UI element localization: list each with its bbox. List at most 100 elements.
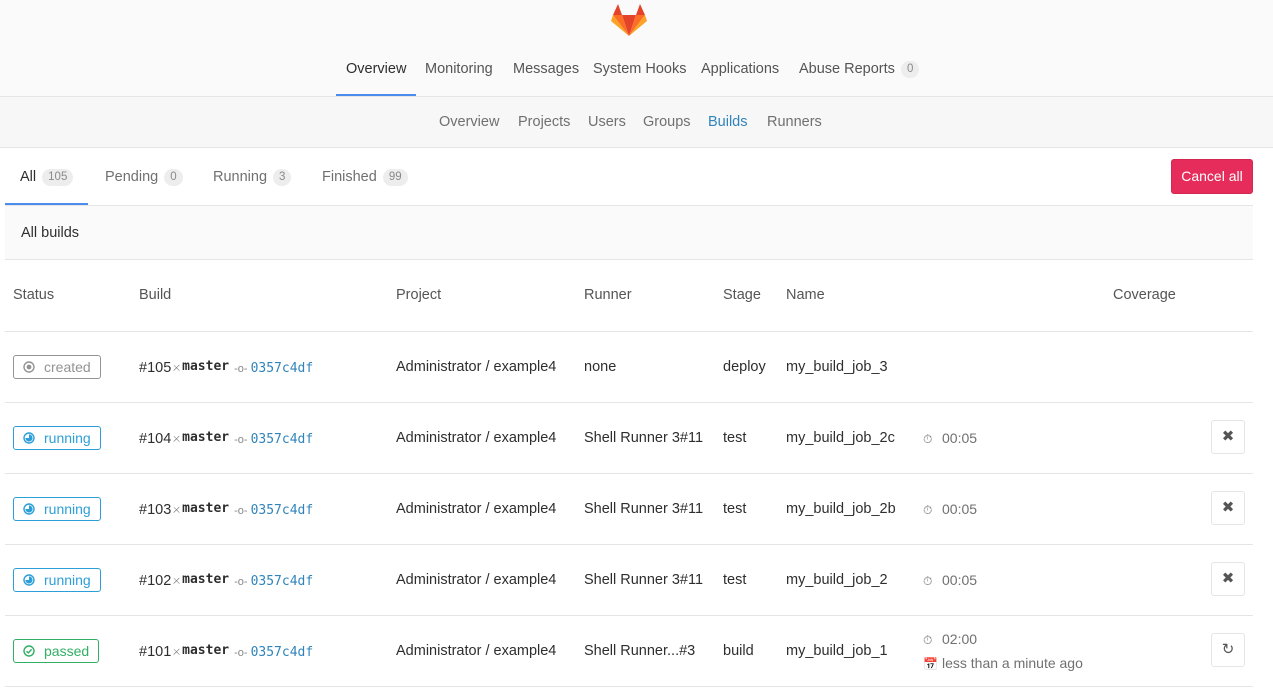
project-link[interactable]: Administrator / example4 — [396, 616, 556, 686]
project-link[interactable]: Administrator / example4 — [396, 332, 556, 402]
nav-system-hooks[interactable]: System Hooks — [593, 44, 686, 96]
subnav-overview[interactable]: Overview — [439, 97, 499, 147]
build-cell: #104 🞨 master -o- 0357c4df — [139, 403, 313, 475]
cancel-build-button[interactable]: ✖ — [1211, 420, 1245, 454]
tab-pending[interactable]: Pending 0 — [105, 148, 183, 205]
timer-icon: ⏱ — [923, 633, 933, 647]
duration-value: 00:05 — [942, 430, 978, 446]
duration-cell: ⏱ 00:05 — [923, 430, 977, 447]
build-id-link[interactable]: #103 — [139, 502, 171, 518]
status-badge[interactable]: created — [13, 355, 101, 379]
duration-value: 00:05 — [942, 501, 978, 517]
job-name-cell: my_build_job_2 — [786, 572, 888, 588]
table-row: running #103 🞨 master -o- 0357c4df Administrat… — [5, 474, 1253, 545]
finished-at-cell: 📅 less than a minute ago — [923, 655, 1083, 671]
status-label: created — [44, 359, 91, 375]
project-link[interactable]: Administrator / example4 — [396, 474, 556, 544]
admin-sub-nav: Overview Projects Users Groups Builds Ru… — [0, 97, 1273, 148]
branch-icon: 🞨 — [173, 574, 181, 588]
project-link[interactable]: Administrator / example4 — [396, 403, 556, 473]
branch-link[interactable]: master — [182, 501, 229, 516]
build-id-link[interactable]: #102 — [139, 573, 171, 589]
commit-sha-link[interactable]: 0357c4df — [251, 574, 314, 589]
branch-link[interactable]: master — [182, 572, 229, 587]
tab-running[interactable]: Running 3 — [213, 148, 292, 205]
timer-icon: ⏱ — [923, 432, 933, 446]
status-label: running — [44, 572, 91, 588]
timer-icon: ⏱ — [923, 574, 933, 588]
branch-link[interactable]: master — [182, 643, 229, 658]
build-id-link[interactable]: #105 — [139, 360, 171, 376]
branch-icon: 🞨 — [173, 361, 181, 375]
nav-monitoring[interactable]: Monitoring — [425, 44, 493, 96]
job-name-cell: my_build_job_1 — [786, 643, 888, 659]
tab-count-badge: 99 — [382, 168, 408, 186]
finished-at-value: less than a minute ago — [942, 655, 1083, 671]
timer-icon: ⏱ — [923, 503, 933, 517]
status-label: running — [44, 501, 91, 517]
subnav-users[interactable]: Users — [588, 97, 626, 147]
subnav-projects[interactable]: Projects — [518, 97, 570, 147]
retry-build-button[interactable]: ↻ — [1211, 633, 1245, 667]
runner-cell[interactable]: Shell Runner 3#11 — [584, 545, 703, 615]
commit-icon: -o- — [234, 363, 248, 375]
tab-label: Finished — [322, 169, 377, 185]
status-running-icon — [23, 574, 35, 586]
nav-label: Overview — [346, 61, 407, 77]
build-filter-tabs: All 105 Pending 0 Running 3 Finished 99 — [5, 148, 1253, 206]
build-cell: #101 🞨 master -o- 0357c4df — [139, 616, 313, 688]
commit-sha-link[interactable]: 0357c4df — [251, 432, 314, 447]
runner-cell[interactable]: Shell Runner...#3 — [584, 616, 695, 686]
nav-label: Abuse Reports — [799, 61, 895, 77]
retry-icon: ↻ — [1221, 641, 1235, 658]
nav-messages[interactable]: Messages — [513, 44, 579, 96]
column-header: Name — [786, 287, 825, 303]
column-header: Status — [13, 287, 55, 303]
runner-cell[interactable]: Shell Runner 3#11 — [584, 474, 703, 544]
gitlab-logo[interactable] — [611, 2, 647, 38]
close-icon: ✖ — [1221, 570, 1235, 587]
status-created-icon — [23, 361, 35, 373]
commit-sha-link[interactable]: 0357c4df — [251, 361, 314, 376]
subnav-groups[interactable]: Groups — [643, 97, 691, 147]
cancel-build-button[interactable]: ✖ — [1211, 491, 1245, 525]
job-name-cell: my_build_job_2b — [786, 501, 896, 517]
branch-icon: 🞨 — [173, 645, 181, 659]
status-running-icon — [23, 503, 35, 515]
subnav-builds[interactable]: Builds — [708, 97, 748, 147]
cancel-build-button[interactable]: ✖ — [1211, 562, 1245, 596]
status-badge[interactable]: running — [13, 497, 101, 521]
table-row: running #104 🞨 master -o- 0357c4df Administrat… — [5, 403, 1253, 474]
build-cell: #103 🞨 master -o- 0357c4df — [139, 474, 313, 546]
nav-overview[interactable]: Overview — [336, 44, 417, 96]
subnav-runners[interactable]: Runners — [767, 97, 822, 147]
status-badge[interactable]: running — [13, 426, 101, 450]
close-icon: ✖ — [1221, 428, 1235, 445]
build-id-link[interactable]: #101 — [139, 644, 171, 660]
runner-cell[interactable]: Shell Runner 3#11 — [584, 403, 703, 473]
cancel-all-button[interactable]: Cancel all — [1171, 159, 1253, 194]
commit-sha-link[interactable]: 0357c4df — [251, 503, 314, 518]
nav-abuse-reports[interactable]: Abuse Reports 0 — [799, 44, 920, 96]
table-row: passed #101 🞨 master -o- 0357c4df Administrato… — [5, 616, 1253, 687]
status-badge[interactable]: running — [13, 568, 101, 592]
section-title-bar: All builds — [5, 206, 1253, 260]
nav-applications[interactable]: Applications — [701, 44, 779, 96]
commit-icon: -o- — [234, 647, 248, 659]
column-header: Runner — [584, 287, 632, 303]
abuse-reports-count-badge: 0 — [900, 60, 920, 78]
tab-all[interactable]: All 105 — [5, 148, 89, 205]
nav-label: Messages — [513, 61, 580, 77]
table-body: created #105 🞨 master -o- 0357c4df Administrat… — [5, 332, 1253, 687]
tab-count-badge: 0 — [164, 168, 183, 186]
commit-sha-link[interactable]: 0357c4df — [251, 645, 314, 660]
status-badge[interactable]: passed — [13, 639, 100, 663]
build-id-link[interactable]: #104 — [139, 431, 171, 447]
top-header: Overview Monitoring Messages System Hook… — [0, 0, 1273, 97]
tab-finished[interactable]: Finished 99 — [322, 148, 408, 205]
branch-link[interactable]: master — [182, 359, 229, 374]
section-title: All builds — [21, 225, 80, 241]
branch-link[interactable]: master — [182, 430, 229, 445]
project-link[interactable]: Administrator / example4 — [396, 545, 556, 615]
tab-count-badge: 3 — [273, 168, 292, 186]
